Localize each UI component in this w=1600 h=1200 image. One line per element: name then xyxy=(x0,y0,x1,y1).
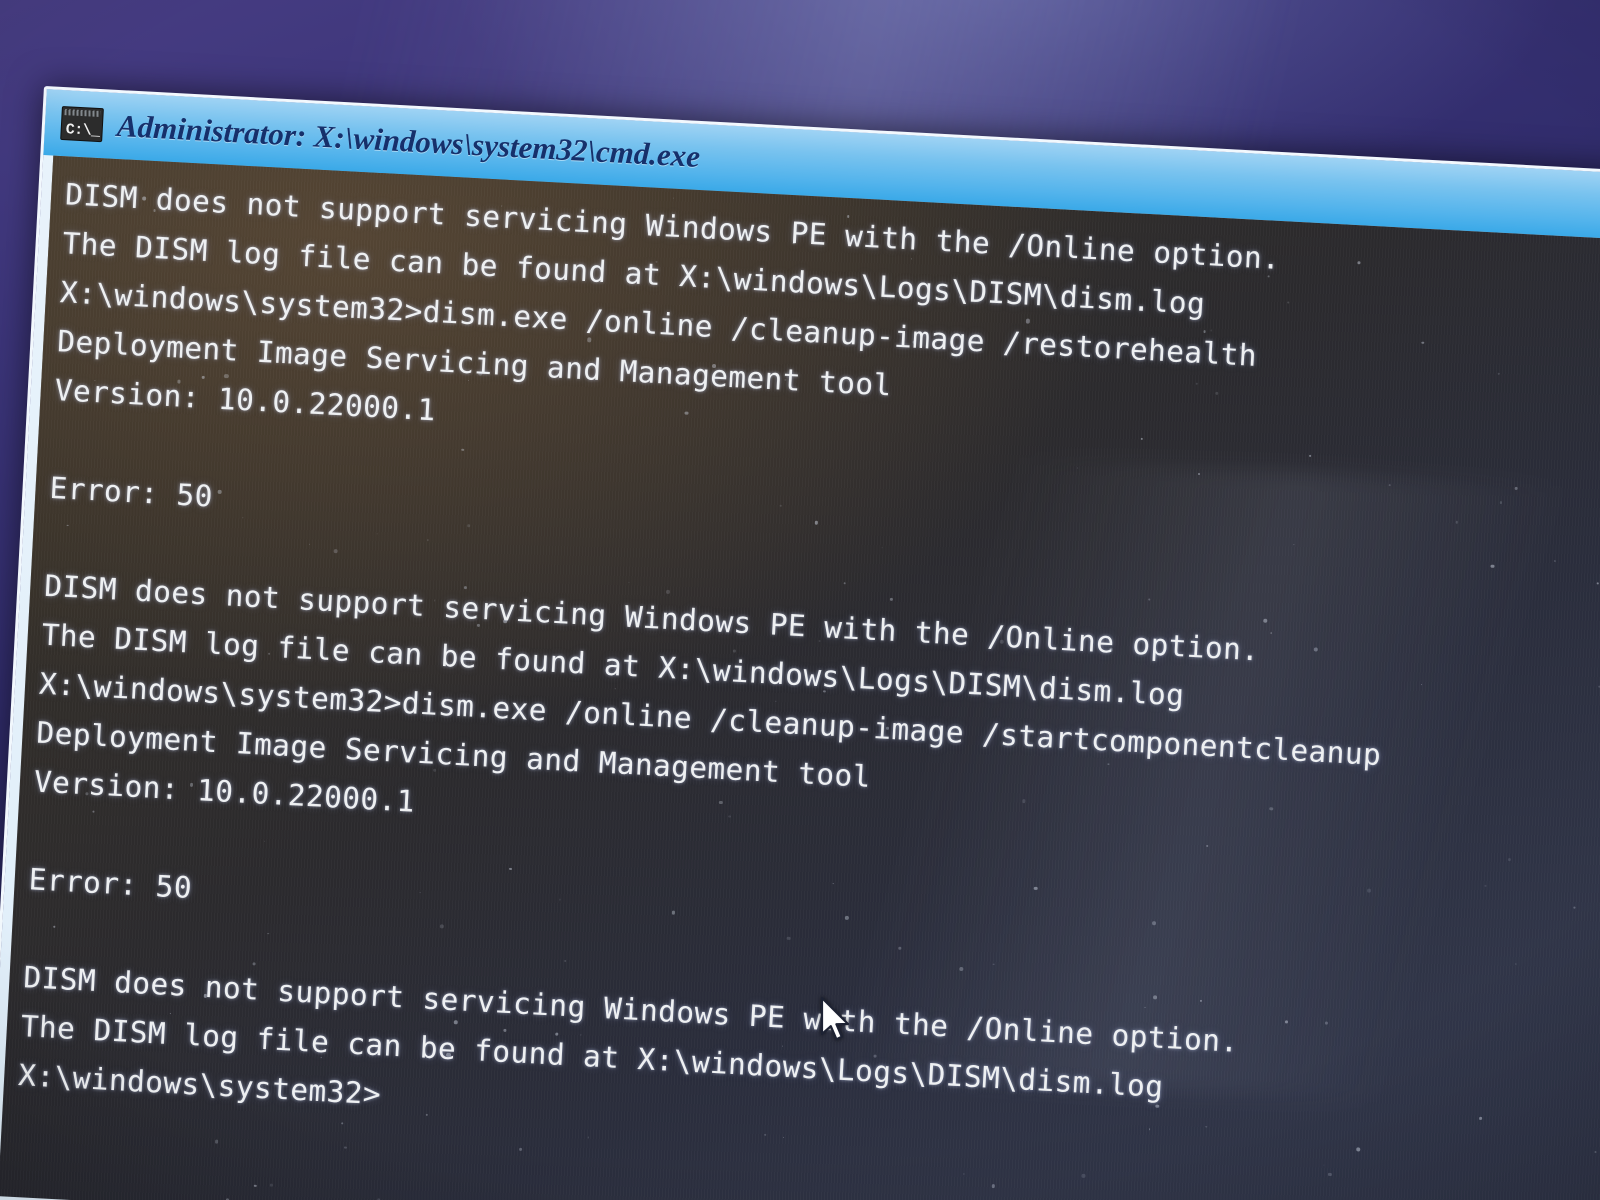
screenshot-root: C:\_ Administrator: X:\windows\system32\… xyxy=(0,0,1600,1200)
console-window-wrapper: C:\_ Administrator: X:\windows\system32\… xyxy=(0,86,1600,1200)
console-text-block: DISM does not support servicing Windows … xyxy=(17,170,1600,1184)
console-output-area[interactable]: DISM does not support servicing Windows … xyxy=(0,155,1600,1200)
cmd-icon[interactable]: C:\_ xyxy=(60,105,104,143)
cmd-icon-glyph: C:\_ xyxy=(65,121,101,141)
console-window: C:\_ Administrator: X:\windows\system32\… xyxy=(0,86,1600,1200)
cmd-icon-titlestripe xyxy=(64,109,101,118)
